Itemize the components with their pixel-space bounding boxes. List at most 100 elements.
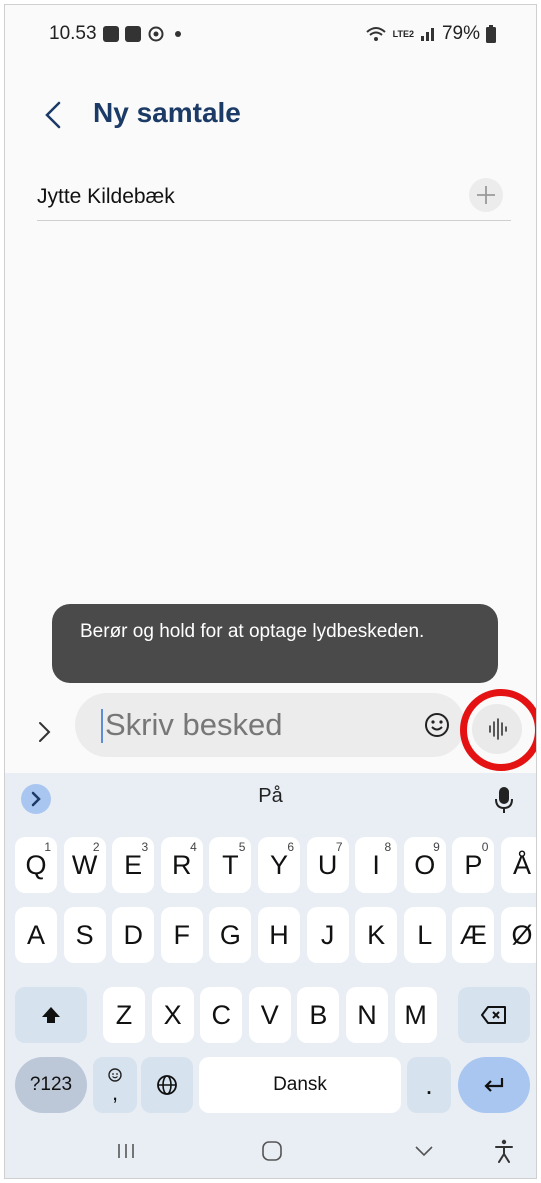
key-row3[interactable]: B [297, 987, 340, 1043]
space-key[interactable]: Dansk [199, 1057, 401, 1113]
globe-icon [157, 1075, 177, 1095]
key-row2[interactable]: Ø [501, 907, 536, 963]
home-icon[interactable] [257, 1136, 287, 1166]
emoji-icon[interactable] [423, 711, 451, 739]
key-label: H [269, 919, 289, 950]
key-label: F [173, 919, 191, 950]
key-row1[interactable]: Y6 [258, 837, 300, 893]
battery-percentage: 79% [441, 23, 480, 44]
key-row1[interactable]: I8 [355, 837, 398, 893]
key-row2[interactable]: K [355, 907, 398, 963]
key-row1[interactable]: U7 [306, 837, 349, 893]
navigation-bar [5, 1122, 536, 1178]
key-label: E [124, 849, 143, 880]
message-compose-field[interactable] [75, 693, 465, 757]
key-label: J [320, 919, 335, 950]
key-label: G [219, 919, 241, 950]
key-label: R [172, 849, 192, 880]
keyboard: På Q1W2E3R4T5Y6U7I8O9P0Å ASDFGHJKLÆØ ZXC… [5, 773, 536, 1178]
key-label: N [357, 999, 377, 1030]
key-row2[interactable]: D [112, 907, 155, 963]
key-label: S [75, 919, 94, 950]
hide-keyboard-icon[interactable] [409, 1136, 439, 1166]
shift-key[interactable] [15, 987, 87, 1043]
key-row2[interactable]: G [209, 907, 252, 963]
comma-label: , [111, 1080, 119, 1105]
key-row2[interactable]: S [63, 907, 106, 963]
expand-options-icon[interactable] [35, 717, 55, 747]
page-title: Ny samtale [93, 97, 241, 128]
key-label: C [211, 999, 231, 1030]
enter-key[interactable] [458, 1057, 530, 1113]
message-input[interactable] [105, 703, 405, 747]
period-key[interactable]: . [407, 1057, 451, 1113]
suggestion-word[interactable]: På [5, 785, 536, 808]
system-indicators: LTE2 79% [365, 23, 496, 45]
key-row1[interactable]: P0 [452, 837, 495, 893]
backspace-icon [481, 1006, 506, 1024]
enter-arrow-icon [484, 1078, 504, 1092]
wifi-icon [365, 27, 386, 41]
key-row2[interactable]: H [258, 907, 300, 963]
recipient-field[interactable]: Jytte Kildebæk [37, 178, 511, 221]
key-label: Y [269, 849, 288, 880]
key-label: M [404, 999, 427, 1030]
key-row1[interactable]: W2 [63, 837, 106, 893]
key-row1[interactable]: O9 [403, 837, 446, 893]
key-row1[interactable]: E3 [112, 837, 155, 893]
key-label: Æ [459, 919, 487, 950]
status-time: 10.53 [49, 23, 97, 44]
back-arrow-icon[interactable] [39, 97, 67, 133]
key-label: X [163, 999, 182, 1030]
more-notifications-icon [175, 31, 181, 37]
phone-screen: 10.53 LTE2 79% Ny samtale Jytte Kildebæk… [4, 4, 537, 1179]
accessibility-icon[interactable] [489, 1136, 519, 1166]
language-key[interactable] [141, 1057, 193, 1113]
key-number-hint: 4 [190, 840, 197, 854]
key-row3[interactable]: N [346, 987, 388, 1043]
key-label: T [222, 849, 239, 880]
key-row3[interactable]: Z [103, 987, 145, 1043]
voice-message-tooltip: Berør og hold for at optage lydbeskeden. [52, 604, 498, 683]
key-number-hint: 2 [92, 840, 100, 854]
key-label: Q [25, 849, 47, 880]
key-row3[interactable]: X [151, 987, 194, 1043]
key-row1[interactable]: Q1 [15, 837, 57, 893]
key-number-hint: 8 [384, 840, 392, 854]
key-row3[interactable]: C [200, 987, 243, 1043]
microphone-icon[interactable] [492, 785, 516, 815]
recent-apps-icon[interactable] [111, 1136, 141, 1166]
key-number-hint: 7 [335, 840, 343, 854]
text-cursor [101, 709, 103, 743]
key-number-hint: 3 [141, 840, 149, 854]
plus-icon [477, 186, 495, 204]
key-label: D [123, 919, 143, 950]
status-bar: 10.53 LTE2 79% [5, 5, 536, 67]
lte-icon: LTE2 [392, 28, 414, 39]
key-label: Ø [511, 919, 533, 950]
battery-icon [486, 25, 496, 43]
key-number-hint: 9 [433, 840, 440, 854]
symbols-key[interactable]: ?123 [15, 1057, 87, 1113]
key-label: W [71, 849, 98, 880]
key-row2[interactable]: J [306, 907, 349, 963]
key-row3[interactable]: V [248, 987, 291, 1043]
key-label: L [417, 919, 433, 950]
key-row1[interactable]: R4 [160, 837, 203, 893]
key-row2[interactable]: A [15, 907, 57, 963]
suggestion-bar: På [5, 773, 536, 823]
key-row2[interactable]: Æ [452, 907, 495, 963]
sync-notification-icon [148, 26, 164, 42]
key-row1[interactable]: T5 [209, 837, 252, 893]
comma-key[interactable]: , [93, 1057, 137, 1113]
backspace-key[interactable] [458, 987, 530, 1043]
add-recipient-button[interactable] [469, 178, 503, 212]
key-row1[interactable]: Å [501, 837, 536, 893]
key-row2[interactable]: F [160, 907, 203, 963]
key-row2[interactable]: L [403, 907, 446, 963]
key-label: O [414, 849, 436, 880]
gallery-notification-icon [103, 26, 119, 42]
key-row3[interactable]: M [394, 987, 437, 1043]
message-notification-icon [125, 26, 141, 42]
key-label: I [372, 849, 380, 880]
